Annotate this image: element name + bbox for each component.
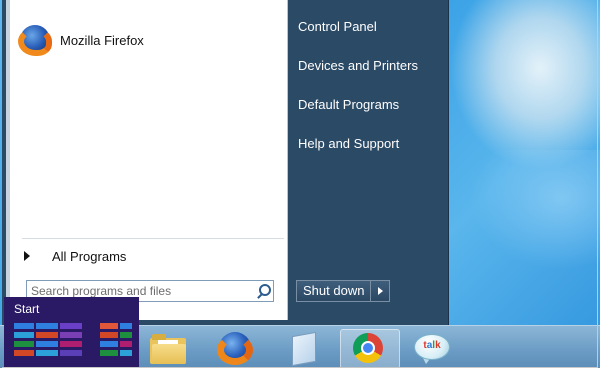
taskbar-firefox[interactable]: [217, 332, 253, 365]
notepad-icon: [292, 331, 316, 367]
start-tile-block: [60, 341, 82, 347]
shutdown-options-button[interactable]: [371, 281, 389, 301]
taskbar-google-talk[interactable]: talk: [414, 332, 450, 364]
taskbar-chrome[interactable]: [352, 332, 386, 364]
start-menu: Mozilla Firefox All Programs Control Pan…: [2, 0, 449, 325]
taskbar-notepad[interactable]: [286, 331, 320, 367]
start-tile-block: [36, 350, 58, 356]
start-menu-left-pane: Mozilla Firefox All Programs: [6, 0, 288, 320]
menu-item-default-programs[interactable]: Default Programs: [298, 95, 399, 115]
chevron-right-icon: [24, 251, 30, 261]
start-tile-block: [60, 332, 82, 338]
start-button[interactable]: Start: [4, 297, 139, 368]
shutdown-button[interactable]: Shut down: [297, 281, 372, 301]
menu-item-devices-printers[interactable]: Devices and Printers: [298, 56, 418, 76]
menu-item-control-panel[interactable]: Control Panel: [298, 17, 377, 37]
wallpaper-flower: [450, 0, 600, 170]
start-label: Start: [14, 302, 40, 316]
talk-letter: k: [435, 340, 441, 351]
all-programs-label: All Programs: [52, 248, 127, 264]
divider: [22, 238, 284, 239]
start-tile-block: [36, 323, 58, 329]
start-tile-block: [60, 350, 82, 356]
chrome-icon: [353, 333, 383, 363]
firefox-icon: [18, 25, 52, 56]
start-tile-block: [120, 332, 132, 338]
start-tile-block: [36, 341, 58, 347]
folder-front: [152, 344, 186, 364]
start-tile-block: [14, 350, 34, 356]
start-tile-block: [100, 323, 118, 329]
start-tile-block: [120, 350, 132, 356]
start-tile-block: [14, 341, 34, 347]
taskbar-file-explorer[interactable]: [150, 334, 186, 364]
start-tile-block: [120, 341, 132, 347]
chevron-right-icon: [377, 287, 383, 295]
pinned-item-label: Mozilla Firefox: [60, 32, 144, 48]
shutdown-control: Shut down: [296, 280, 391, 302]
start-tile-block: [100, 341, 118, 347]
page-margin: [0, 368, 600, 375]
menu-item-help-support[interactable]: Help and Support: [298, 134, 399, 154]
start-tile-block: [36, 332, 58, 338]
start-tile-block: [14, 323, 34, 329]
start-tile-block: [60, 323, 82, 329]
all-programs-button[interactable]: All Programs: [24, 246, 126, 266]
firefox-fox: [217, 335, 253, 365]
pinned-item-firefox[interactable]: Mozilla Firefox: [18, 22, 280, 58]
start-tile-block: [100, 350, 118, 356]
talk-icon: talk: [414, 334, 450, 360]
start-tile-block: [14, 332, 34, 338]
start-tile-block: [120, 323, 132, 329]
wallpaper-glow: [470, 150, 600, 270]
start-tile-block: [100, 332, 118, 338]
search-icon[interactable]: [253, 281, 273, 301]
